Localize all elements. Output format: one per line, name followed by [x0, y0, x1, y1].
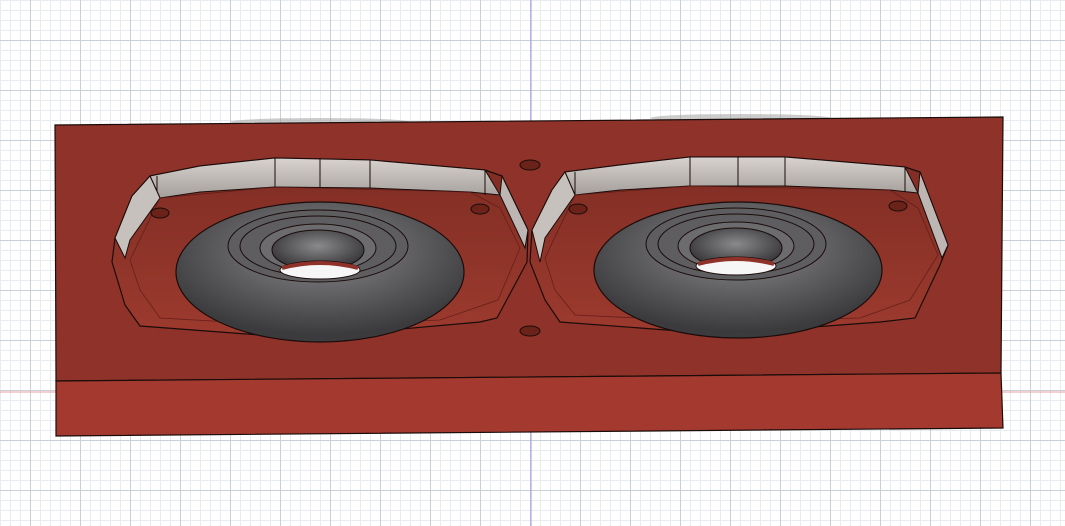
center-hole-top[interactable] [519, 159, 541, 171]
right-pocket-hole-left[interactable] [568, 203, 588, 215]
left-pocket-hole-left[interactable] [150, 207, 170, 219]
center-hole-bottom[interactable] [519, 325, 541, 337]
3d-model-viewport[interactable] [0, 0, 1065, 526]
right-pocket-hole-right[interactable] [888, 200, 908, 212]
left-pocket-hole-right[interactable] [470, 203, 490, 215]
right-bearing[interactable] [593, 201, 883, 339]
left-bearing[interactable] [175, 201, 465, 343]
model-scene[interactable] [0, 0, 1065, 526]
block-front-face[interactable] [55, 372, 1004, 437]
